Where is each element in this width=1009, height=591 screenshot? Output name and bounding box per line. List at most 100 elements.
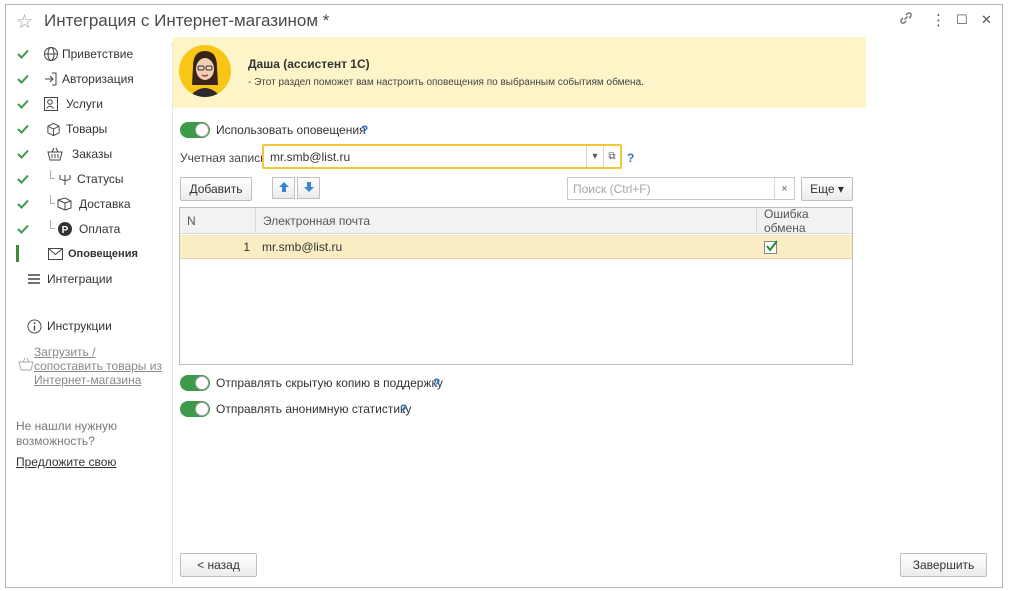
sidebar-item-services[interactable]: Услуги [6,93,171,115]
sidebar-item-label: Оповещения [68,248,138,260]
svg-text:P: P [62,225,69,236]
arrow-up-icon [278,181,290,196]
list-icon [25,270,43,288]
info-icon [25,317,43,335]
basket-icon [46,145,64,163]
link-icon[interactable] [899,11,913,29]
check-icon [16,222,30,236]
open-icon[interactable]: ⧉ [603,146,620,167]
tree-connector [50,220,55,229]
sidebar-item-label: Доставка [79,197,131,211]
login-icon [42,70,60,88]
sidebar-item-greeting[interactable]: Приветствие [6,43,171,65]
sidebar-item-orders[interactable]: Заказы [6,143,171,165]
assistant-name: Даша (ассистент 1С) [248,57,370,71]
upload-goods-link-line3[interactable]: Интернет-магазина [34,373,141,387]
services-icon [42,95,60,113]
suggest-link[interactable]: Предложите свою [16,455,116,469]
sidebar-item-label: Приветствие [62,47,134,61]
check-icon [16,197,30,211]
sidebar-item-payment[interactable]: P Оплата [6,218,171,240]
column-header-error[interactable]: Ошибка обмена [756,207,852,235]
instructions-link[interactable]: Инструкции [6,315,171,337]
anonymous-stats-toggle[interactable] [180,401,210,417]
status-icon [56,170,74,188]
sidebar-item-label: Заказы [72,147,113,161]
sidebar-item-integrations[interactable]: Интеграции [6,268,171,290]
back-button[interactable]: < назад [180,553,257,577]
envelope-icon [46,245,64,263]
table-row[interactable]: 1 mr.smb@list.ru [180,235,852,259]
maximize-icon[interactable]: ☐ [956,12,968,28]
check-icon [16,72,30,86]
sidebar-item-label: Оплата [79,222,121,236]
sidebar-item-label: Услуги [66,97,103,111]
not-found-text-line1: Не нашли нужную [16,419,118,433]
emails-table: N Электронная почта Ошибка обмена 1 mr.s… [179,207,853,365]
row-email: mr.smb@list.ru [262,240,343,254]
more-menu-icon[interactable]: ⋮ [931,11,946,29]
hidden-copy-toggle[interactable] [180,375,210,391]
title-bar: ☆ Интеграция с Интернет-магазином * ⋮ ☐ … [6,5,1002,39]
sidebar-item-authorization[interactable]: Авторизация [6,68,171,90]
assistant-banner: Даша (ассистент 1С) - Этот раздел поможе… [173,37,866,108]
basket-disabled-icon [18,357,34,374]
sidebar-item-notifications[interactable]: Оповещения [6,243,171,265]
upload-goods-link-line1[interactable]: Загрузить / [34,345,95,359]
error-checkbox[interactable] [764,239,778,254]
column-header-n[interactable]: N [180,208,255,234]
upload-goods-link-line2[interactable]: сопоставить товары из [34,359,162,373]
check-icon [16,47,30,61]
hidden-copy-label: Отправлять скрытую копию в поддержку [216,376,443,390]
instructions-label: Инструкции [47,319,112,333]
use-notifications-toggle[interactable] [180,122,210,138]
payment-icon: P [56,220,74,238]
active-indicator [16,245,19,262]
arrow-down-icon [303,181,315,196]
finish-button[interactable]: Завершить [900,553,987,577]
add-button[interactable]: Добавить [180,177,252,201]
row-error-cell [764,235,778,259]
column-header-email[interactable]: Электронная почта [255,208,756,234]
move-up-button[interactable] [272,177,295,199]
delivery-icon [56,195,74,213]
sidebar-item-statuses[interactable]: Статусы [6,168,171,190]
move-down-button[interactable] [297,177,320,199]
account-field[interactable]: mr.smb@list.ru ▾ ⧉ [262,144,622,169]
more-button[interactable]: Еще ▾ [801,177,853,201]
anonymous-stats-label: Отправлять анонимную статистику [216,402,412,416]
row-number: 1 [243,240,250,254]
help-icon[interactable]: ? [433,376,440,390]
chevron-down-icon[interactable]: ▾ [586,146,603,167]
clear-search-icon[interactable]: × [774,178,794,199]
help-icon[interactable]: ? [627,151,634,165]
help-icon[interactable]: ? [361,123,368,137]
check-icon [16,122,30,136]
not-found-text-line2: возможность? [16,434,95,448]
use-notifications-label: Использовать оповещения [216,123,366,137]
tree-connector [50,195,55,204]
wizard-sidebar: Приветствие Авторизация Услуги Товары За… [6,39,171,587]
account-label: Учетная запись: [180,151,270,165]
account-value: mr.smb@list.ru [270,150,351,164]
box-icon [44,120,62,138]
check-icon [16,172,30,186]
globe-icon [42,45,60,63]
check-icon [16,97,30,111]
favorite-star-icon[interactable]: ☆ [16,11,33,34]
sidebar-item-label: Статусы [77,172,124,186]
sidebar-item-label: Интеграции [47,272,113,286]
sidebar-item-label: Авторизация [62,72,134,86]
check-icon [16,147,30,161]
sidebar-item-delivery[interactable]: Доставка [6,193,171,215]
sidebar-item-label: Товары [66,122,108,136]
search-placeholder: Поиск (Ctrl+F) [573,182,651,196]
tree-connector [50,170,55,179]
help-icon[interactable]: ? [400,402,407,416]
assistant-message: - Этот раздел поможет вам настроить опов… [248,77,644,88]
sidebar-item-goods[interactable]: Товары [6,118,171,140]
window-title: Интеграция с Интернет-магазином * [44,11,330,30]
sidebar-divider [172,43,173,583]
search-input[interactable]: Поиск (Ctrl+F) × [567,177,795,200]
close-icon[interactable]: ✕ [981,12,992,28]
